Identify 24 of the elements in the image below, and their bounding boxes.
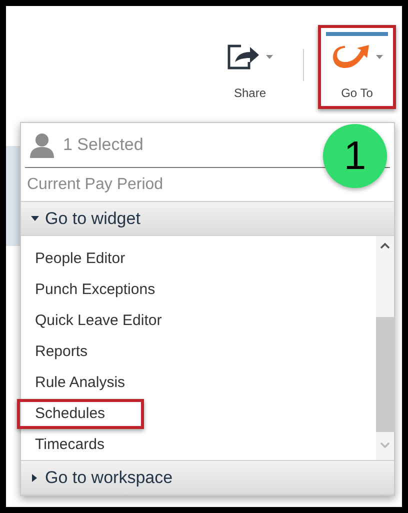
scrollbar[interactable] bbox=[376, 236, 394, 460]
widget-item[interactable]: Schedules bbox=[35, 403, 106, 426]
share-button[interactable]: Share bbox=[211, 25, 289, 109]
caret-icon bbox=[376, 55, 383, 59]
selection-count: 1 Selected bbox=[63, 134, 144, 156]
widget-item[interactable]: Quick Leave Editor bbox=[35, 310, 162, 333]
section-header[interactable]: Go to widget bbox=[21, 201, 394, 236]
go-to-button[interactable]: Go To bbox=[318, 25, 396, 109]
collapsed-icon bbox=[31, 474, 39, 482]
widget-item[interactable]: Rule Analysis bbox=[35, 372, 126, 395]
widget-item[interactable]: People Editor bbox=[35, 248, 126, 271]
widget-item[interactable]: Timecards bbox=[35, 434, 104, 457]
widget-item[interactable]: Punch Exceptions bbox=[35, 279, 156, 302]
arrow-icon bbox=[331, 43, 371, 71]
scroll-up-icon[interactable] bbox=[380, 242, 390, 249]
pay-period-label: Current Pay Period bbox=[27, 174, 164, 194]
section-header[interactable]: Go to workspace bbox=[21, 460, 394, 495]
caret-icon bbox=[266, 55, 273, 59]
person-icon bbox=[29, 132, 55, 158]
widget-item[interactable]: Reports bbox=[35, 341, 88, 364]
expanded-icon bbox=[31, 214, 39, 222]
share-icon bbox=[227, 44, 261, 70]
scroll-thumb[interactable] bbox=[376, 317, 394, 432]
scroll-down-icon[interactable] bbox=[380, 442, 390, 449]
